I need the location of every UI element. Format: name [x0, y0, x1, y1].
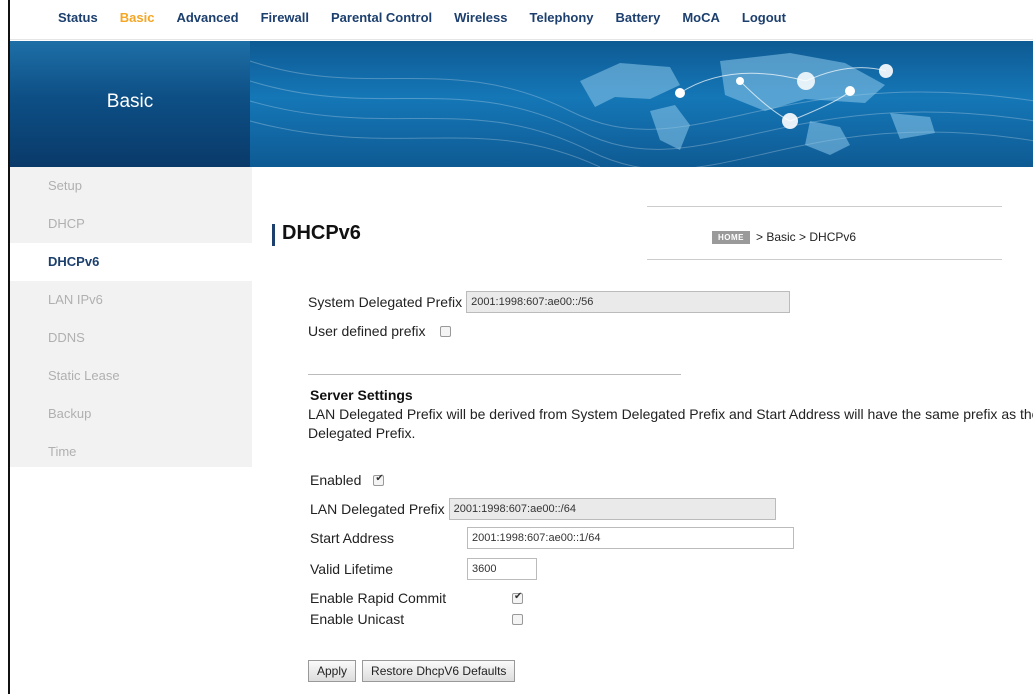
nav-logout[interactable]: Logout — [742, 10, 786, 25]
router-admin-page: Status Basic Advanced Firewall Parental … — [8, 0, 1033, 694]
unicast-label: Enable Unicast — [310, 611, 405, 627]
unicast-checkbox[interactable] — [512, 613, 523, 625]
lan-prefix-label: LAN Delegated Prefix — [310, 501, 445, 517]
system-prefix-row: System Delegated Prefix — [308, 291, 791, 313]
user-prefix-checkbox[interactable] — [439, 325, 451, 337]
sidebar-item-ddns[interactable]: DDNS — [10, 319, 252, 357]
banner-section-title: Basic — [10, 41, 250, 167]
sidebar-item-dhcpv6[interactable]: DHCPv6 — [10, 243, 252, 281]
user-prefix-row: User defined prefix — [308, 323, 451, 339]
sidebar: Setup DHCP DHCPv6 LAN IPv6 DDNS Static L… — [10, 167, 252, 467]
valid-lifetime-row: Valid Lifetime — [310, 558, 537, 580]
page-title: DHCPv6 — [282, 222, 361, 244]
rapid-commit-row: Enable Rapid Commit — [310, 590, 523, 606]
nav-telephony[interactable]: Telephony — [529, 10, 593, 25]
nav-parental-control[interactable]: Parental Control — [331, 10, 432, 25]
nav-battery[interactable]: Battery — [616, 10, 661, 25]
rapid-commit-label: Enable Rapid Commit — [310, 590, 447, 606]
banner-title-text: Basic — [106, 91, 154, 112]
restore-defaults-button[interactable]: Restore DhcpV6 Defaults — [362, 660, 516, 682]
system-prefix-label: System Delegated Prefix — [308, 294, 463, 310]
enabled-checkbox[interactable] — [373, 473, 385, 486]
divider — [308, 374, 681, 375]
sidebar-item-setup[interactable]: Setup — [10, 167, 252, 205]
unicast-row: Enable Unicast — [310, 611, 523, 627]
breadcrumb-path: > Basic > DHCPv6 — [756, 230, 857, 244]
section-title: Server Settings — [310, 387, 413, 403]
sidebar-item-backup[interactable]: Backup — [10, 395, 252, 433]
title-accent-bar — [272, 224, 275, 246]
sidebar-item-time[interactable]: Time — [10, 433, 252, 471]
world-map-graphic — [250, 41, 1033, 167]
home-icon[interactable]: HOME — [712, 230, 750, 244]
sidebar-item-static-lease[interactable]: Static Lease — [10, 357, 252, 395]
nav-wireless[interactable]: Wireless — [454, 10, 507, 25]
nav-advanced[interactable]: Advanced — [176, 10, 238, 25]
divider — [647, 206, 1002, 207]
sidebar-item-lan-ipv6[interactable]: LAN IPv6 — [10, 281, 252, 319]
divider — [647, 259, 1002, 260]
rapid-commit-checkbox[interactable] — [512, 591, 523, 604]
world-map-icon — [250, 53, 1033, 167]
nav-basic[interactable]: Basic — [120, 10, 155, 25]
start-address-row: Start Address — [310, 527, 794, 549]
nav-firewall[interactable]: Firewall — [261, 10, 309, 25]
lan-prefix-field[interactable] — [448, 498, 776, 520]
nav-moca[interactable]: MoCA — [682, 10, 720, 25]
start-address-input[interactable] — [467, 527, 794, 549]
user-prefix-label: User defined prefix — [308, 323, 426, 339]
enabled-label: Enabled — [310, 472, 362, 488]
system-prefix-field[interactable] — [466, 291, 791, 313]
valid-lifetime-input[interactable] — [467, 558, 537, 580]
sidebar-item-dhcp[interactable]: DHCP — [10, 205, 252, 243]
start-address-label: Start Address — [310, 530, 395, 546]
enabled-row: Enabled — [310, 472, 385, 488]
breadcrumb: HOME > Basic > DHCPv6 — [712, 230, 856, 244]
apply-button[interactable]: Apply — [308, 660, 357, 682]
header-banner: Basic — [10, 41, 1033, 167]
section-description: LAN Delegated Prefix will be derived fro… — [308, 406, 1033, 441]
valid-lifetime-label: Valid Lifetime — [310, 561, 394, 577]
lan-prefix-row: LAN Delegated Prefix — [310, 498, 776, 520]
button-row: Apply Restore DhcpV6 Defaults — [308, 660, 516, 682]
top-navigation: Status Basic Advanced Firewall Parental … — [10, 0, 1033, 40]
nav-status[interactable]: Status — [58, 10, 98, 25]
main-content: DHCPv6 HOME > Basic > DHCPv6 System Dele… — [272, 167, 1033, 694]
